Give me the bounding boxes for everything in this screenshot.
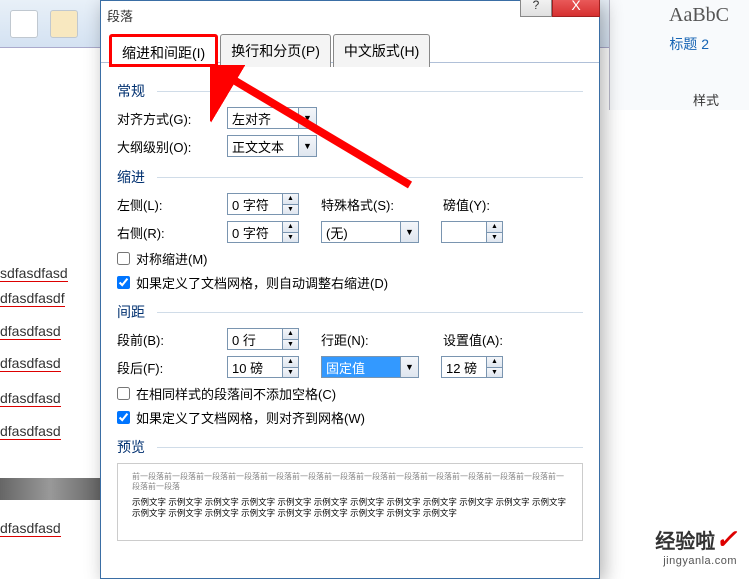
spin-up-icon[interactable]: ▲ [283,222,298,233]
indent-by-spinner[interactable]: ▲▼ [441,221,503,243]
indent-left-label: 左侧(L): [117,195,227,214]
document-text-line: dfasdfasd [0,390,61,407]
check-icon: ✓ [715,524,737,554]
alignment-value[interactable] [228,108,298,128]
document-text-line: dfasdfasd [0,355,61,372]
style-name[interactable]: 标题 2 [669,34,709,54]
auto-adjust-indent-label: 如果定义了文档网格，则自动调整右缩进(D) [136,273,388,292]
style-preview-text[interactable]: AaBbC [669,4,729,27]
spin-down-icon[interactable]: ▼ [487,233,502,243]
no-space-same-style-label: 在相同样式的段落间不添加空格(C) [136,384,336,403]
space-before-value[interactable] [228,329,282,349]
paragraph-dialog: 段落 ? X 缩进和间距(I) 换行和分页(P) 中文版式(H) 常规 对齐方式… [100,0,600,579]
thumbnail-strip [0,478,100,500]
watermark-text: 经验啦 [655,531,715,553]
line-spacing-value[interactable] [322,357,400,377]
special-format-combo[interactable]: ▼ [321,221,419,243]
dropdown-icon[interactable]: ▼ [400,222,418,242]
tab-row: 缩进和间距(I) 换行和分页(P) 中文版式(H) [101,29,599,63]
section-general: 常规 [117,81,583,101]
line-spacing-label: 行距(N): [321,330,421,349]
section-preview: 预览 [117,437,583,457]
spin-down-icon[interactable]: ▼ [487,368,502,378]
ribbon-button-1[interactable] [10,10,38,38]
document-text-line: dfasdfasd [0,520,61,537]
tab-indent-spacing[interactable]: 缩进和间距(I) [109,34,218,67]
alignment-label: 对齐方式(G): [117,109,227,128]
outline-combo[interactable]: ▼ [227,135,317,157]
indent-right-spinner[interactable]: ▲▼ [227,221,299,243]
spacing-at-value[interactable] [442,357,486,377]
section-spacing: 间距 [117,302,583,322]
special-format-value[interactable] [322,222,400,242]
spacing-at-spinner[interactable]: ▲▼ [441,356,503,378]
close-button[interactable]: X [552,0,600,17]
space-before-spinner[interactable]: ▲▼ [227,328,299,350]
spin-down-icon[interactable]: ▼ [283,368,298,378]
dropdown-icon[interactable]: ▼ [400,357,418,377]
document-text-line: dfasdfasdf [0,290,65,307]
spin-up-icon[interactable]: ▲ [283,357,298,368]
document-text-line: dfasdfasd [0,323,61,340]
document-text-line: sdfasdfasd [0,265,68,282]
no-space-same-style-checkbox[interactable] [117,387,130,400]
watermark: 经验啦✓ jingyanla.com [655,524,737,567]
space-after-value[interactable] [228,357,282,377]
indent-by-label: 磅值(Y): [443,195,528,214]
dialog-title: 段落 [107,6,133,25]
alignment-combo[interactable]: ▼ [227,107,317,129]
outline-label: 大纲级别(O): [117,137,227,156]
preview-box: 前一段落前一段落前一段落前一段落前一段落前一段落前一段落前一段落前一段落前一段落… [117,463,583,541]
indent-left-spinner[interactable]: ▲▼ [227,193,299,215]
spin-up-icon[interactable]: ▲ [283,194,298,205]
dropdown-icon[interactable]: ▼ [298,108,316,128]
spin-up-icon[interactable]: ▲ [487,357,502,368]
dropdown-icon[interactable]: ▼ [298,136,316,156]
indent-right-label: 右侧(R): [117,223,227,242]
snap-to-grid-checkbox[interactable] [117,411,130,424]
indent-by-value[interactable] [442,222,486,242]
space-before-label: 段前(B): [117,330,227,349]
spacing-at-label: 设置值(A): [443,330,528,349]
ribbon-button-2[interactable] [50,10,78,38]
styles-panel: AaBbC 标题 2 样式 [609,0,749,110]
spin-down-icon[interactable]: ▼ [283,205,298,215]
indent-right-value[interactable] [228,222,282,242]
section-indent: 缩进 [117,167,583,187]
space-after-label: 段后(F): [117,358,227,377]
dialog-titlebar[interactable]: 段落 ? X [101,1,599,29]
outline-value[interactable] [228,136,298,156]
space-after-spinner[interactable]: ▲▼ [227,356,299,378]
mirror-indent-label: 对称缩进(M) [136,249,208,268]
indent-left-value[interactable] [228,194,282,214]
spin-up-icon[interactable]: ▲ [487,222,502,233]
styles-footer: 样式 [693,90,719,109]
document-text-line: dfasdfasd [0,423,61,440]
spin-down-icon[interactable]: ▼ [283,340,298,350]
snap-to-grid-label: 如果定义了文档网格，则对齐到网格(W) [136,408,365,427]
auto-adjust-indent-checkbox[interactable] [117,276,130,289]
spin-up-icon[interactable]: ▲ [283,329,298,340]
help-button[interactable]: ? [520,0,552,17]
watermark-sub: jingyanla.com [655,555,737,567]
spin-down-icon[interactable]: ▼ [283,233,298,243]
preview-filler-top: 前一段落前一段落前一段落前一段落前一段落前一段落前一段落前一段落前一段落前一段落… [132,472,568,493]
special-format-label: 特殊格式(S): [321,195,421,214]
preview-filler-main: 示例文字 示例文字 示例文字 示例文字 示例文字 示例文字 示例文字 示例文字 … [132,497,568,519]
line-spacing-combo[interactable]: ▼ [321,356,419,378]
mirror-indent-checkbox[interactable] [117,252,130,265]
